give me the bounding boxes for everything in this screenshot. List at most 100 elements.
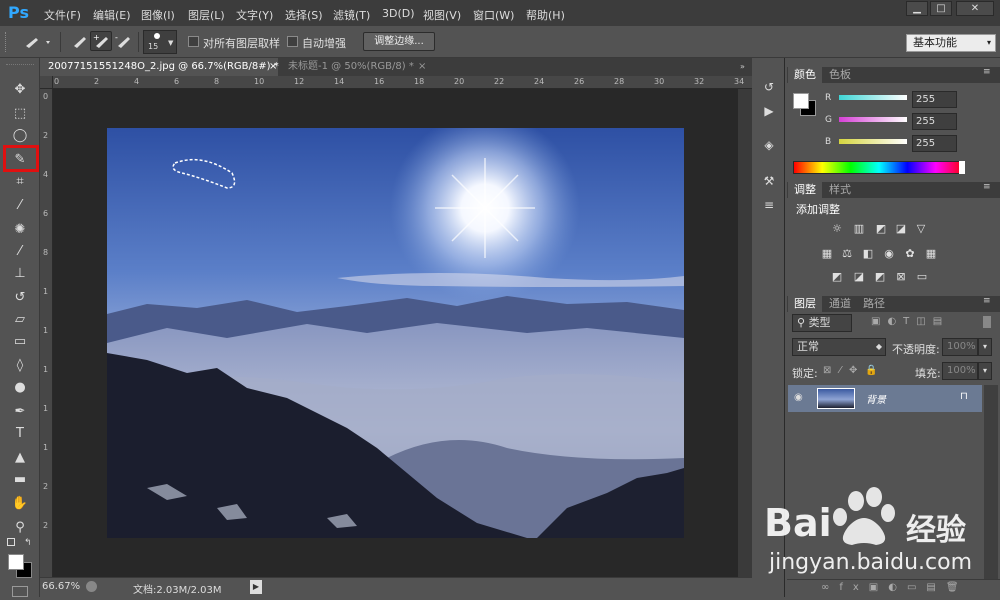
vertical-scrollbar[interactable] [738,89,752,577]
tool-presets-icon[interactable]: ⚒ [760,174,778,190]
minimize-button[interactable]: ▁ [906,1,928,16]
channel-g-input[interactable]: 255 [912,113,957,130]
tab-layers[interactable]: 图层 [788,296,822,312]
fill-slider-toggle[interactable]: ▾ [978,362,992,380]
auto-enhance-checkbox[interactable] [287,36,298,47]
channel-r-input[interactable]: 255 [912,91,957,108]
history-icon[interactable]: ↺ [760,80,778,96]
tab-color[interactable]: 颜色 [788,67,822,83]
tab-swatches[interactable]: 色板 [823,67,857,83]
new-selection-icon[interactable] [68,31,90,51]
layer-filter-kind-select[interactable]: ⚲ 类型 [792,314,852,332]
dodge-tool-icon[interactable]: ● [6,378,34,398]
menu-layer[interactable]: 图层(L) [188,7,225,23]
gradient-tool-icon[interactable]: ▭ [6,332,34,352]
menu-select[interactable]: 选择(S) [285,7,323,23]
color-balance-icon[interactable]: ⚖ [839,247,855,261]
color-foreground-swatch[interactable] [793,93,809,109]
channel-b-slider[interactable] [839,139,907,144]
lock-icons[interactable]: ⊠⁄✥🔒 [823,365,886,376]
default-colors-icon[interactable] [7,538,15,546]
tool-preset-picker[interactable] [22,32,54,52]
healing-brush-tool-icon[interactable]: ✺ [6,220,34,240]
channel-mixer-icon[interactable]: ✿ [902,247,918,261]
photo-filter-icon[interactable]: ◉ [881,247,897,261]
menu-file[interactable]: 文件(F) [44,7,81,23]
brush-size-picker[interactable]: 15 ▼ [143,30,177,54]
hand-tool-icon[interactable]: ✋ [6,494,34,514]
brush-tool-icon[interactable]: ⁄ [6,242,34,262]
crop-tool-icon[interactable]: ⌗ [6,172,34,192]
layer-row-background[interactable]: ◉ 背景 ⊓ [788,385,982,412]
panel-menu-icon[interactable]: ≡ [983,67,991,77]
panel-menu-icon[interactable]: ≡ [983,296,991,306]
3d-cube-icon[interactable]: ◈ [760,138,778,154]
status-menu-arrow-icon[interactable]: ▶ [250,580,262,594]
exposure-icon[interactable]: ◪ [893,222,909,236]
channel-r-slider[interactable] [839,95,907,100]
vibrance-icon[interactable]: ▽ [913,222,929,236]
tab-document-2[interactable]: 未标题-1 @ 50%(RGB/8) * × [280,58,430,76]
marquee-tool-icon[interactable]: ⬚ [6,104,34,124]
channel-b-input[interactable]: 255 [912,135,957,152]
clone-stamp-tool-icon[interactable]: ⊥ [6,264,34,284]
color-spectrum-bar[interactable] [793,161,965,174]
history-brush-tool-icon[interactable]: ↺ [6,288,34,308]
menu-edit[interactable]: 编辑(E) [93,7,131,23]
menu-window[interactable]: 窗口(W) [473,7,514,23]
threshold-icon[interactable]: ◩ [872,270,888,284]
refine-edge-button[interactable]: 调整边缘... [363,32,435,51]
opacity-slider-toggle[interactable]: ▾ [978,338,992,356]
move-tool-icon[interactable]: ✥ [6,80,34,100]
opacity-input[interactable]: 100% [942,338,978,356]
eye-icon[interactable]: ◉ [794,392,803,403]
close-icon[interactable]: × [418,58,426,76]
menu-3d[interactable]: 3D(D) [382,7,415,20]
selective-color-icon[interactable]: ⊠ [893,270,909,284]
actions-play-icon[interactable]: ▶ [760,104,778,120]
menu-type[interactable]: 文字(Y) [236,7,273,23]
filter-toggle-icon[interactable] [983,316,991,328]
zoom-tool-icon[interactable]: ⚲ [6,518,34,538]
tab-channels[interactable]: 通道 [823,296,857,312]
eyedropper-tool-icon[interactable]: ⁄ [6,196,34,216]
lasso-tool-icon[interactable]: ◯ [6,126,34,146]
curves-icon[interactable]: ◩ [873,222,889,236]
document-photo[interactable] [107,128,684,538]
maximize-button[interactable]: □ [930,1,952,16]
ruler-origin[interactable] [40,76,53,89]
workspace-select[interactable]: 基本功能 ▾ [906,34,996,52]
layer-filter-icons[interactable]: ▣◐T◫▤ [871,316,949,327]
menu-view[interactable]: 视图(V) [423,7,461,23]
pen-tool-icon[interactable]: ✒ [6,402,34,422]
invert-icon[interactable]: ◩ [829,270,845,284]
foreground-color-swatch[interactable] [8,554,24,570]
channel-g-slider[interactable] [839,117,907,122]
path-selection-tool-icon[interactable]: ▲ [6,448,34,468]
gradient-map-icon[interactable]: ▭ [914,270,930,284]
add-to-selection-icon[interactable]: + [90,31,112,51]
fill-input[interactable]: 100% [942,362,978,380]
subtract-from-selection-icon[interactable]: - [112,31,134,51]
quick-mask-icon[interactable] [12,586,28,597]
brush-presets-icon[interactable]: ≡ [760,198,778,214]
tab-styles[interactable]: 样式 [823,182,857,198]
posterize-icon[interactable]: ◪ [851,270,867,284]
panel-menu-icon[interactable]: ≡ [983,182,991,192]
black-white-icon[interactable]: ◧ [860,247,876,261]
eraser-tool-icon[interactable]: ▱ [6,310,34,330]
zoom-level[interactable]: 66.67% [42,581,80,592]
color-lookup-icon[interactable]: ▦ [923,247,939,261]
share-icon[interactable] [86,581,97,592]
brightness-contrast-icon[interactable]: ☼ [829,222,845,236]
rectangle-tool-icon[interactable]: ▬ [6,470,34,490]
close-icon[interactable]: × [269,58,277,76]
swap-colors-icon[interactable]: ↰ [24,538,32,548]
close-button[interactable]: ✕ [956,1,994,16]
blur-tool-icon[interactable]: ◊ [6,356,34,376]
levels-icon[interactable]: ▥ [851,222,867,236]
toolbar-grip[interactable] [6,64,34,68]
blend-mode-select[interactable]: 正常 ◆ [792,338,886,356]
grip-handle[interactable] [5,32,9,52]
tab-document-1[interactable]: 20077151551248O_2.jpg @ 66.7%(RGB/8#) * … [40,58,279,76]
